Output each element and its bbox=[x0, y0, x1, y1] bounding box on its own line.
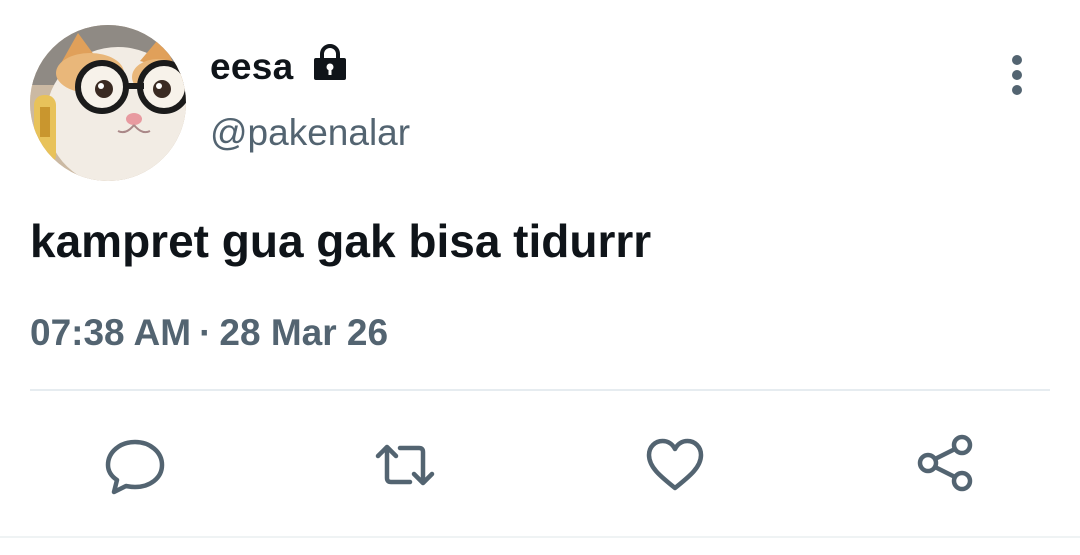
lock-icon bbox=[314, 44, 346, 80]
tweet-timestamp[interactable]: 07:38 AM · 28 Mar 26 bbox=[30, 310, 388, 356]
comment-icon bbox=[105, 439, 165, 495]
share-button[interactable] bbox=[910, 430, 980, 500]
divider bbox=[30, 389, 1050, 391]
retweet-icon bbox=[375, 444, 435, 486]
reply-button[interactable] bbox=[100, 430, 170, 500]
retweet-button[interactable] bbox=[370, 430, 440, 500]
action-bar bbox=[0, 430, 1080, 500]
tweet-card: eesa @pakenalar kampret gua gak bisa tid… bbox=[0, 0, 1080, 555]
display-name[interactable]: eesa bbox=[210, 44, 294, 90]
like-button[interactable] bbox=[640, 430, 710, 500]
bottom-divider bbox=[0, 536, 1080, 538]
tweet-time: 07:38 AM bbox=[30, 312, 192, 353]
share-icon bbox=[917, 434, 973, 492]
meta-separator: · bbox=[199, 312, 212, 353]
heart-icon bbox=[646, 438, 704, 491]
cat-avatar-image bbox=[30, 25, 186, 181]
tweet-text: kampret gua gak bisa tidurrr bbox=[30, 215, 652, 267]
avatar[interactable] bbox=[30, 25, 186, 181]
more-vertical-icon[interactable] bbox=[997, 52, 1037, 98]
tweet-date: 28 Mar 26 bbox=[219, 312, 389, 353]
author-handle[interactable]: @pakenalar bbox=[210, 110, 410, 156]
